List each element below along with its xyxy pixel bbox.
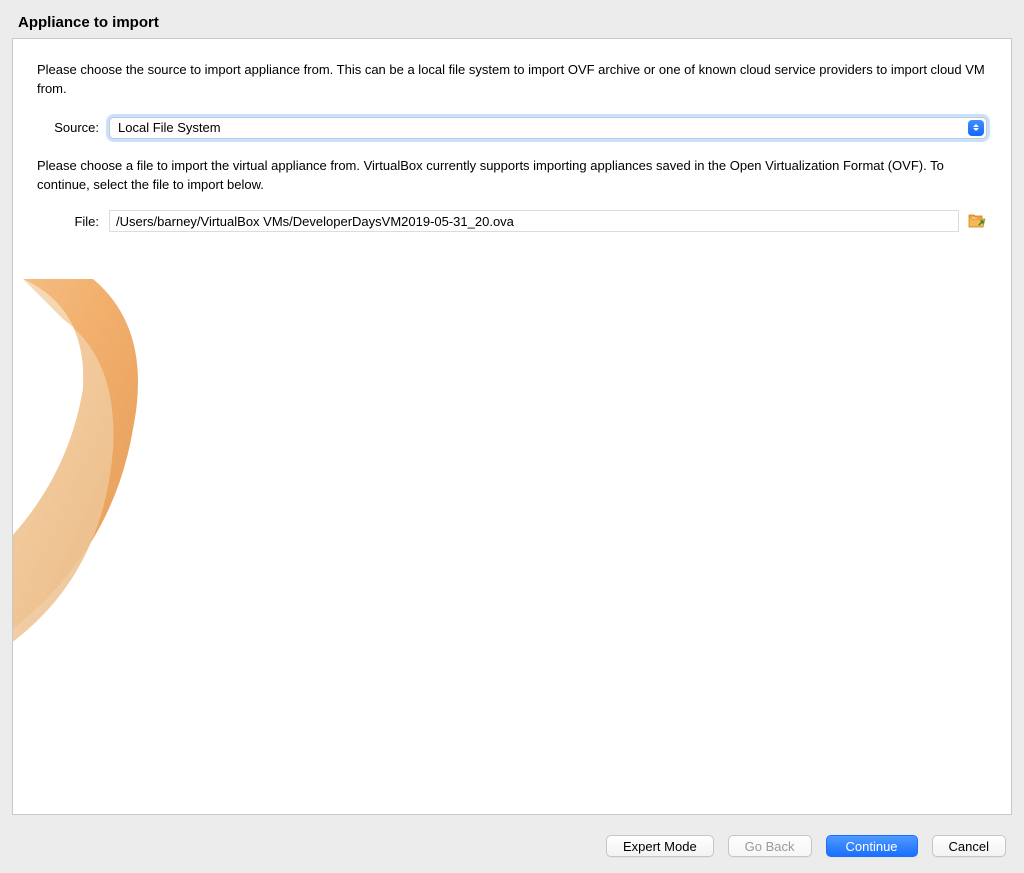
file-description: Please choose a file to import the virtu… <box>37 157 987 195</box>
source-select[interactable]: Local File System <box>109 117 987 139</box>
source-select-wrap: Local File System <box>109 117 987 139</box>
source-label: Source: <box>37 120 109 135</box>
file-path-input[interactable] <box>109 210 959 232</box>
continue-button[interactable]: Continue <box>826 835 918 857</box>
folder-open-icon <box>968 212 986 230</box>
cancel-button[interactable]: Cancel <box>932 835 1006 857</box>
intro-text: Please choose the source to import appli… <box>37 61 987 99</box>
cube-background-art <box>12 249 253 815</box>
expert-mode-button[interactable]: Expert Mode <box>606 835 714 857</box>
content-area: Please choose the source to import appli… <box>13 39 1011 232</box>
source-row: Source: Local File System <box>37 117 987 139</box>
footer-buttons: Expert Mode Go Back Continue Cancel <box>606 835 1006 857</box>
file-row: File: <box>37 210 987 232</box>
go-back-button[interactable]: Go Back <box>728 835 812 857</box>
source-select-value: Local File System <box>118 120 221 135</box>
main-panel: Please choose the source to import appli… <box>12 38 1012 815</box>
updown-chevron-icon[interactable] <box>968 120 984 136</box>
page-title: Appliance to import <box>0 0 1024 39</box>
file-input-wrap <box>109 210 987 232</box>
file-label: File: <box>37 214 109 229</box>
browse-file-button[interactable] <box>967 211 987 231</box>
